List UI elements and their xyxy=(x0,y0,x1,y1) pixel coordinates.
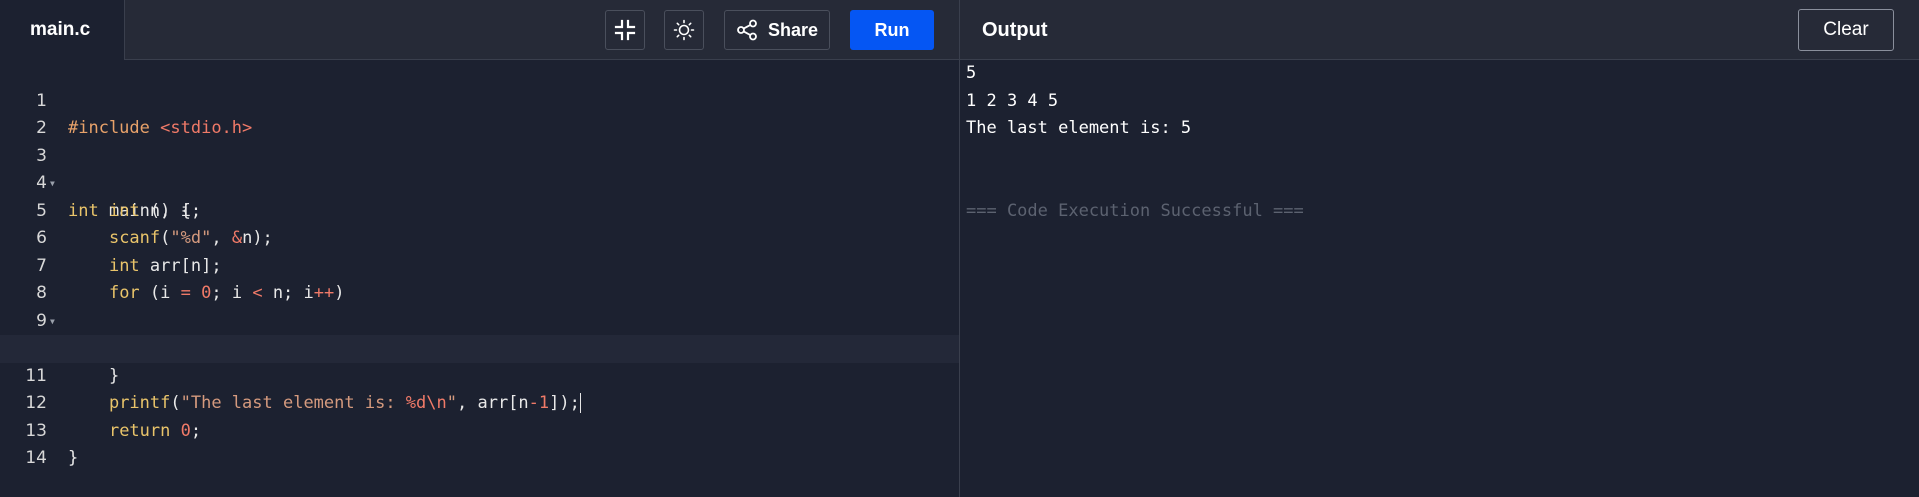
code-line[interactable]: 1 #include <stdio.h> xyxy=(0,60,959,139)
output-title: Output xyxy=(982,18,1048,41)
clear-button[interactable]: Clear xyxy=(1798,9,1894,51)
code-text: } xyxy=(68,448,79,468)
code-line[interactable]: 4 int n, i; xyxy=(0,143,959,221)
code-line[interactable]: 13 } xyxy=(0,390,959,469)
code-line[interactable]: 7 for (i = 0; i < n; i++) xyxy=(0,225,959,304)
output-line: 1 2 3 4 5 xyxy=(966,90,1059,111)
code-line[interactable]: 5 scanf("%d", &n); xyxy=(0,170,959,249)
share-label: Share xyxy=(767,19,819,40)
toolbar-divider xyxy=(959,0,960,60)
code-line[interactable]: 6 int arr[n]; xyxy=(0,198,959,276)
collapse-button[interactable] xyxy=(605,10,645,50)
code-line[interactable]: 12 return 0; xyxy=(0,363,959,441)
output-line: 5 xyxy=(966,63,977,83)
code-line-active[interactable]: 11 printf("The last element is: %d\n", a… xyxy=(0,335,959,413)
run-button[interactable]: Run xyxy=(850,10,934,50)
output-line: The last element is: 5 xyxy=(966,118,1192,138)
run-label: Run xyxy=(874,19,910,40)
execution-status: === Code Execution Successful === xyxy=(966,200,1304,221)
sun-icon xyxy=(673,19,695,41)
toolbar: main.c Share Run Output Clear xyxy=(0,0,1919,60)
theme-toggle-button[interactable] xyxy=(664,10,704,50)
code-line[interactable]: 8 ▼ { xyxy=(0,253,959,358)
line-number: 14 xyxy=(25,448,47,468)
share-icon xyxy=(736,19,758,41)
code-line[interactable]: 10 } xyxy=(0,308,959,386)
code-editor[interactable]: 1 #include <stdio.h> 2 3 ▼ int main() { … xyxy=(0,60,959,497)
code-line[interactable]: 2 xyxy=(0,88,959,138)
code-line[interactable]: 3 ▼ int main() { xyxy=(0,115,959,221)
collapse-icon xyxy=(614,19,636,41)
code-line[interactable]: 9 scanf("%d", &arr[i]); xyxy=(0,280,959,359)
file-tab-main-c[interactable]: main.c xyxy=(0,0,125,60)
share-button[interactable]: Share xyxy=(724,10,830,50)
file-tab-label: main.c xyxy=(30,19,91,40)
code-line[interactable]: 14 xyxy=(0,418,959,468)
output-panel: 5 1 2 3 4 5 The last element is: 5 === C… xyxy=(960,60,1919,497)
clear-label: Clear xyxy=(1823,19,1869,40)
